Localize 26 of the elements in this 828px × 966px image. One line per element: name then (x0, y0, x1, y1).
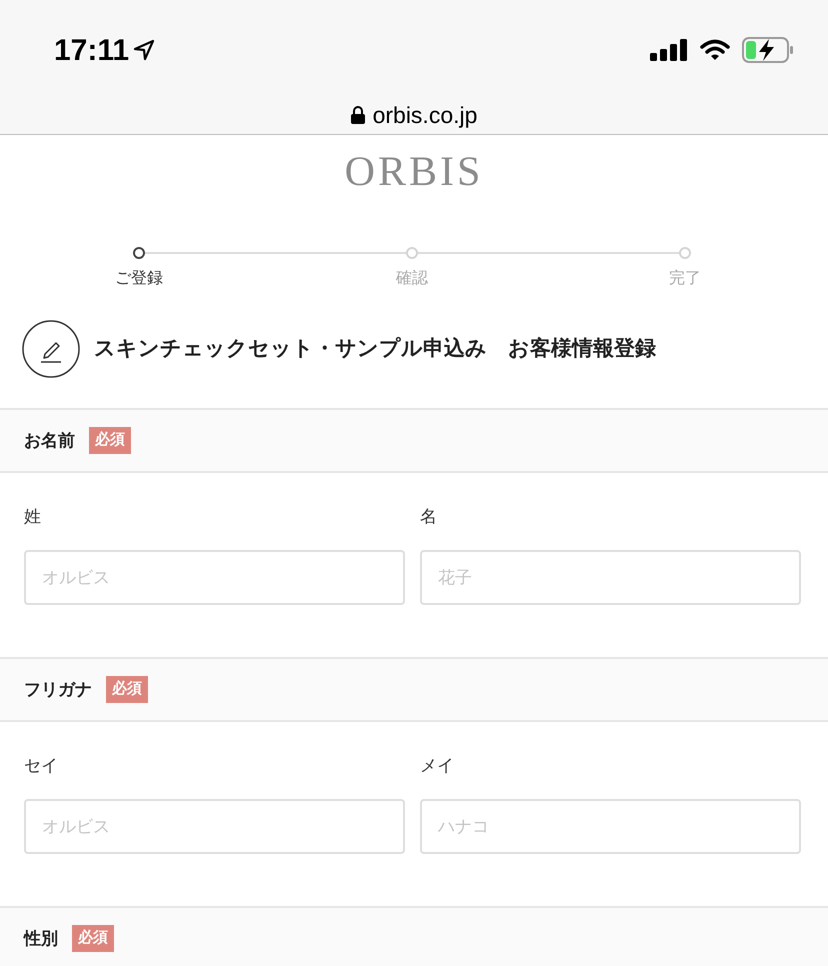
field-label: 姓 (24, 506, 42, 528)
section-label: 性別 (24, 928, 58, 950)
battery-charging-icon (742, 37, 794, 63)
required-badge: 必須 (72, 925, 114, 952)
wifi-icon (700, 39, 730, 61)
step-label: 確認 (396, 268, 428, 289)
text-input[interactable]: オルビス (24, 550, 405, 605)
pencil-icon (22, 320, 80, 378)
required-badge: 必須 (89, 427, 131, 454)
step-label: 完了 (669, 268, 701, 289)
required-badge: 必須 (106, 676, 148, 703)
field-label: セイ (24, 755, 59, 777)
page-title: スキンチェックセット・サンプル申込み お客様情報登録 (94, 336, 656, 362)
field-label: メイ (420, 755, 455, 777)
section-label: お名前 (24, 430, 75, 452)
location-arrow-icon (133, 39, 156, 61)
text-input[interactable]: 花子 (420, 550, 801, 605)
field-label: 名 (420, 506, 438, 528)
section-label: フリガナ (24, 678, 92, 701)
signal-icon (650, 39, 688, 61)
status-time: 17:11 (54, 32, 130, 68)
step-label: ご登録 (115, 269, 163, 289)
text-input[interactable]: ハナコ (420, 799, 801, 854)
text-input[interactable]: オルビス (24, 799, 405, 854)
address-bar-url[interactable]: orbis.co.jp (372, 98, 478, 132)
lock-icon (350, 106, 365, 124)
